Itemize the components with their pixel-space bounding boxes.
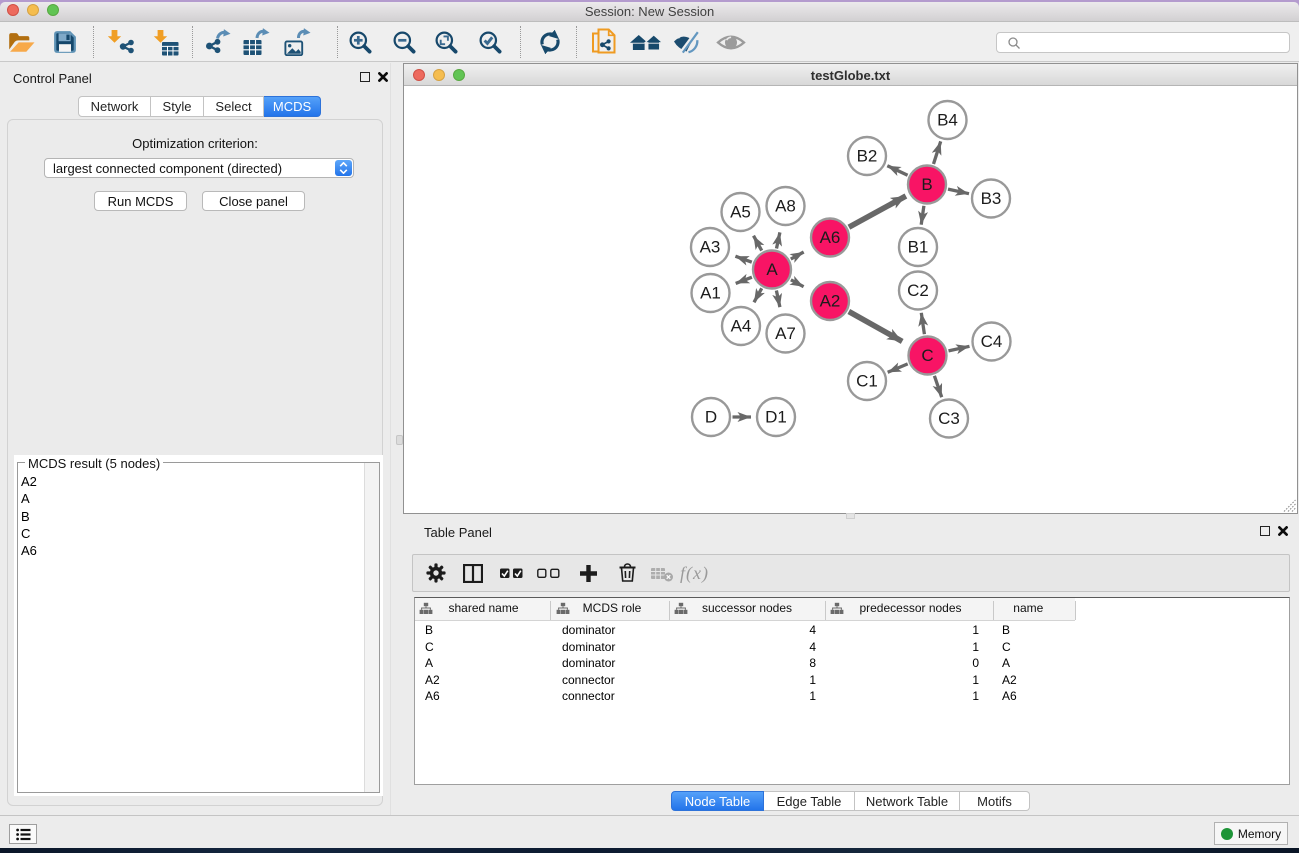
svg-text:A: A <box>766 260 778 279</box>
svg-text:B3: B3 <box>981 189 1002 208</box>
svg-text:A5: A5 <box>730 203 751 222</box>
svg-text:B2: B2 <box>857 147 878 166</box>
svg-text:A8: A8 <box>775 197 796 216</box>
svg-text:C2: C2 <box>907 281 929 300</box>
svg-text:A3: A3 <box>700 238 721 257</box>
svg-text:A4: A4 <box>731 317 752 336</box>
svg-text:C: C <box>921 346 933 365</box>
svg-text:D1: D1 <box>765 408 787 427</box>
svg-text:D: D <box>705 408 717 427</box>
svg-text:C1: C1 <box>856 372 878 391</box>
svg-text:A2: A2 <box>820 292 841 311</box>
svg-text:A7: A7 <box>775 324 796 343</box>
svg-text:C4: C4 <box>981 332 1003 351</box>
svg-text:A6: A6 <box>820 228 841 247</box>
svg-text:C3: C3 <box>938 409 960 428</box>
svg-text:B1: B1 <box>908 238 929 257</box>
svg-text:B4: B4 <box>937 111 958 130</box>
svg-text:B: B <box>921 175 932 194</box>
svg-text:A1: A1 <box>700 284 721 303</box>
